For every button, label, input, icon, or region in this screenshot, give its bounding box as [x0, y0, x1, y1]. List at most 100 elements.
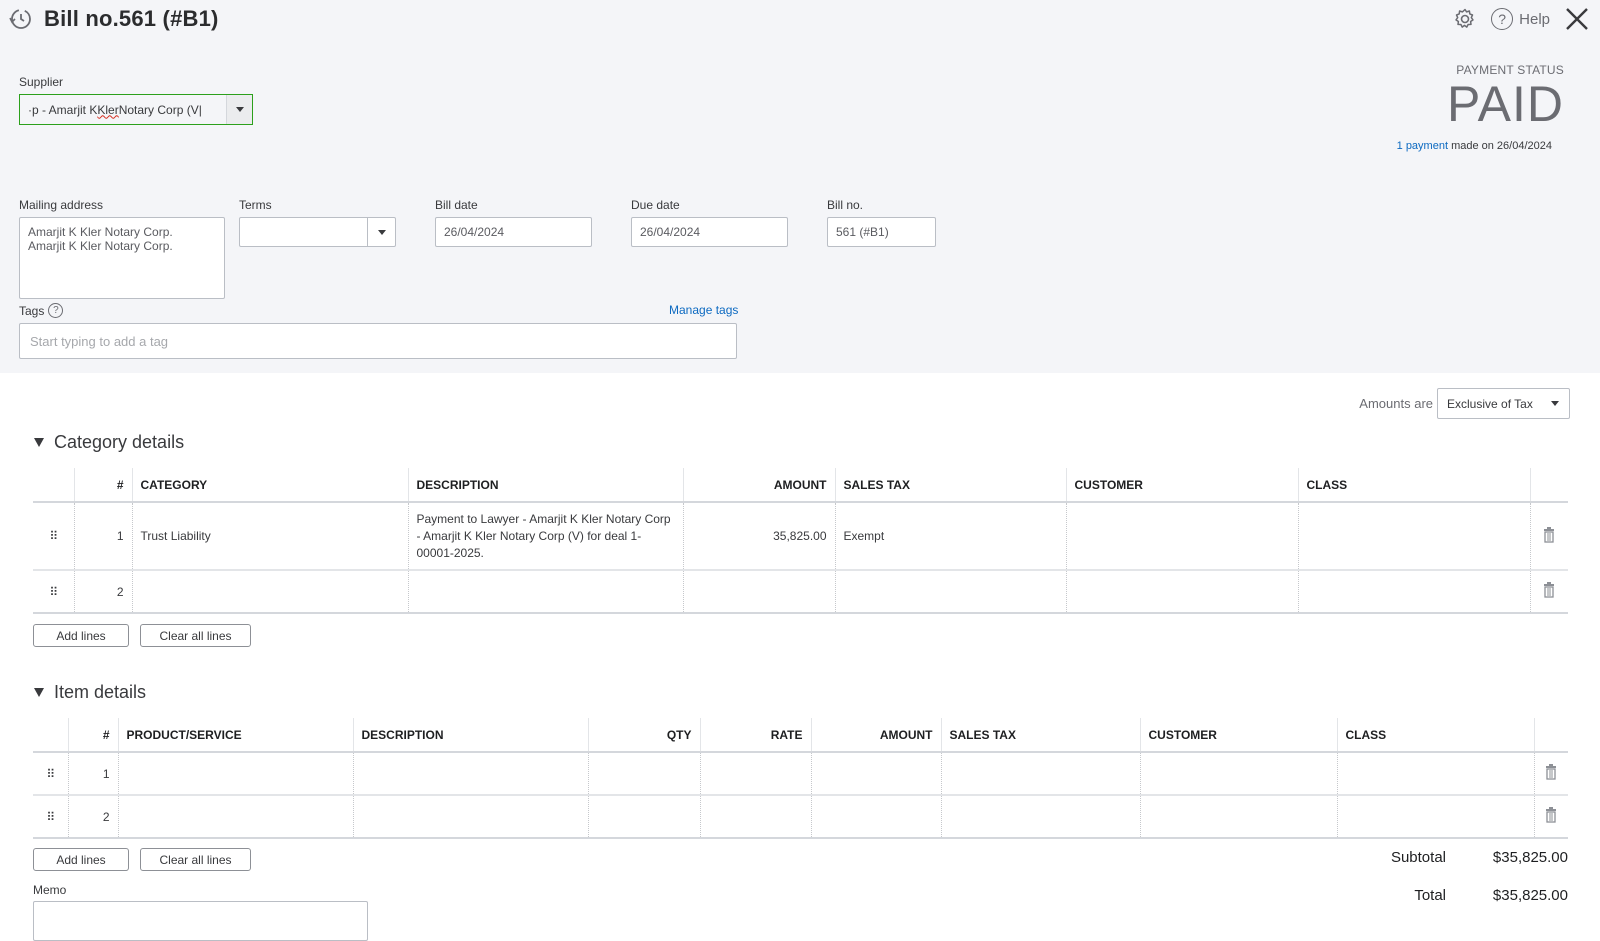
amounts-are-control: Amounts are Exclusive of Tax: [1359, 388, 1570, 419]
item-details-toggle[interactable]: Item details: [34, 682, 146, 703]
col-number: #: [73, 468, 132, 503]
customer-cell[interactable]: [1065, 570, 1298, 614]
tags-help-icon[interactable]: ?: [48, 303, 64, 318]
bill-date-input[interactable]: 26/04/2024: [435, 217, 592, 247]
amount-cell[interactable]: 35,825.00: [682, 502, 835, 571]
terms-value: [240, 218, 367, 246]
subtotal-label: Subtotal: [1390, 849, 1446, 866]
category-cell[interactable]: Trust Liability: [131, 502, 408, 571]
description-cell[interactable]: [352, 752, 588, 796]
row-number: 1: [67, 752, 118, 796]
rate-cell[interactable]: [699, 795, 811, 839]
bill-date-field: Bill date 26/04/2024: [435, 198, 592, 247]
category-cell[interactable]: [131, 570, 408, 614]
supplier-label: Supplier: [19, 75, 64, 89]
supplier-input[interactable]: ·p - Amarjit K Kler Notary Corp (V |: [20, 95, 226, 124]
product-service-cell[interactable]: [117, 752, 353, 796]
amounts-are-value: Exclusive of Tax: [1447, 396, 1533, 411]
item-details-title: Item details: [54, 682, 147, 702]
trash-icon[interactable]: [1529, 502, 1568, 571]
recent-transactions-icon[interactable]: [8, 6, 34, 32]
item-details-table: # Product/Service Description Qty Rate A…: [33, 718, 1568, 839]
item-add-lines-button[interactable]: Add lines: [33, 848, 129, 871]
rate-cell[interactable]: [699, 752, 811, 796]
payment-link[interactable]: 1 payment: [1397, 140, 1448, 152]
subtotal-row: Subtotal $35,825.00: [1326, 849, 1568, 866]
class-cell[interactable]: [1297, 570, 1530, 614]
amount-cell[interactable]: [810, 752, 941, 796]
drag-handle-icon[interactable]: ⠿: [33, 795, 68, 839]
supplier-combobox[interactable]: ·p - Amarjit K Kler Notary Corp (V |: [19, 94, 253, 125]
page-title: Bill no.561 (#B1): [44, 6, 219, 31]
table-row[interactable]: ⠿ 2: [33, 795, 1568, 839]
product-service-cell[interactable]: [117, 795, 353, 839]
description-cell[interactable]: Payment to Lawyer - Amarjit K Kler Notar…: [407, 502, 683, 571]
col-category: Category: [131, 468, 408, 503]
manage-tags-link[interactable]: Manage tags: [669, 303, 738, 317]
item-clear-lines-button[interactable]: Clear all lines: [140, 848, 251, 871]
memo-input[interactable]: [33, 901, 368, 941]
terms-select[interactable]: [239, 217, 396, 247]
bill-no-input[interactable]: 561 (#B1): [827, 217, 936, 247]
col-rate: Rate: [699, 718, 811, 753]
sales-tax-cell[interactable]: [834, 570, 1066, 614]
drag-handle-icon[interactable]: ⠿: [33, 570, 74, 614]
category-table-header: # Category Description Amount Sales Tax …: [33, 468, 1568, 503]
close-icon[interactable]: [1564, 6, 1590, 32]
supplier-value-suffix: Notary Corp (V: [118, 102, 199, 117]
help-button[interactable]: ? Help: [1491, 8, 1550, 30]
customer-cell[interactable]: [1065, 502, 1298, 571]
tags-input[interactable]: Start typing to add a tag: [19, 323, 737, 359]
category-clear-lines-button[interactable]: Clear all lines: [140, 624, 251, 647]
gear-icon[interactable]: [1453, 7, 1477, 31]
sales-tax-cell[interactable]: [940, 795, 1140, 839]
sales-tax-cell[interactable]: [940, 752, 1140, 796]
col-amount: Amount: [682, 468, 835, 503]
amount-cell[interactable]: [682, 570, 835, 614]
due-date-input[interactable]: 26/04/2024: [631, 217, 788, 247]
col-sales-tax: Sales Tax: [834, 468, 1066, 503]
qty-cell[interactable]: [587, 795, 700, 839]
bill-header-panel: [0, 0, 1600, 373]
chevron-down-icon: [235, 107, 244, 112]
col-sales-tax: Sales Tax: [940, 718, 1140, 753]
description-cell[interactable]: [407, 570, 683, 614]
help-icon: ?: [1491, 8, 1514, 30]
drag-handle-icon[interactable]: ⠿: [33, 502, 74, 571]
collapse-triangle-icon: [34, 438, 44, 447]
table-row[interactable]: ⠿ 1 Trust Liability Payment to Lawyer - …: [33, 502, 1568, 571]
col-qty: Qty: [587, 718, 700, 753]
tags-label-row: Tags ?: [19, 303, 64, 318]
class-cell[interactable]: [1336, 795, 1534, 839]
description-cell[interactable]: [352, 795, 588, 839]
category-add-lines-button[interactable]: Add lines: [33, 624, 129, 647]
sales-tax-cell[interactable]: Exempt: [834, 502, 1066, 571]
supplier-dropdown-button[interactable]: [226, 95, 252, 124]
amount-cell[interactable]: [810, 795, 941, 839]
drag-handle-icon[interactable]: ⠿: [33, 752, 68, 796]
trash-icon[interactable]: [1529, 570, 1568, 614]
table-row[interactable]: ⠿ 2: [33, 570, 1568, 614]
trash-icon[interactable]: [1533, 795, 1568, 839]
category-details-toggle[interactable]: Category details: [34, 432, 184, 453]
class-cell[interactable]: [1297, 502, 1530, 571]
tags-label: Tags: [19, 303, 45, 318]
customer-cell[interactable]: [1139, 752, 1337, 796]
terms-dropdown-button[interactable]: [367, 218, 395, 246]
mailing-address-input[interactable]: Amarjit K Kler Notary Corp. Amarjit K Kl…: [19, 217, 225, 299]
col-class: Class: [1336, 718, 1534, 753]
col-description: Description: [352, 718, 588, 753]
chevron-down-icon: [377, 229, 386, 235]
total-row: Total $35,825.00: [1326, 887, 1568, 904]
category-details-title: Category details: [54, 432, 185, 452]
text-cursor: |: [198, 102, 202, 117]
class-cell[interactable]: [1336, 752, 1534, 796]
qty-cell[interactable]: [587, 752, 700, 796]
mailing-address-field: Mailing address Amarjit K Kler Notary Co…: [19, 198, 225, 299]
table-row[interactable]: ⠿ 1: [33, 752, 1568, 796]
customer-cell[interactable]: [1139, 795, 1337, 839]
amounts-are-select[interactable]: Exclusive of Tax: [1437, 388, 1570, 419]
bill-no-field: Bill no. 561 (#B1): [827, 198, 936, 247]
trash-icon[interactable]: [1533, 752, 1568, 796]
col-product-service: Product/Service: [117, 718, 353, 753]
